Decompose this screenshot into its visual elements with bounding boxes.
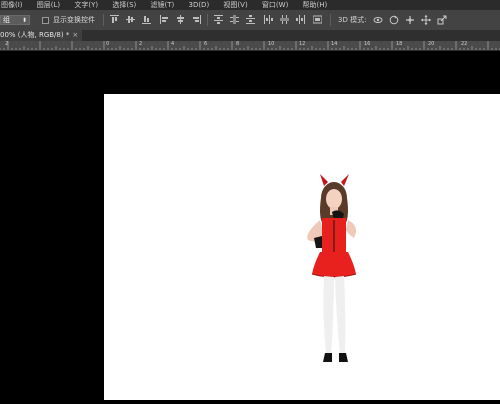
ruler-label: 2 [5,41,9,47]
ruler-label: 2 [139,41,143,47]
distribute-left-icon[interactable] [264,15,273,24]
menu-select[interactable]: 选择(S) [112,0,136,10]
align-right-icon[interactable] [192,15,201,24]
document-tab-bar: 00% (人物, RGB/8) * × [0,30,500,41]
ruler-label: 14 [331,41,338,47]
ruler-label: 12 [299,41,306,47]
document-canvas[interactable] [104,94,500,400]
show-transform-checkbox[interactable] [42,17,49,24]
ruler-label: 8 [236,41,240,47]
document-tab-title: 00% (人物, RGB/8) * [0,31,70,39]
document-tab[interactable]: 00% (人物, RGB/8) * × [0,30,83,41]
right-arm [346,220,356,238]
distribute-hcenter-icon[interactable] [280,15,289,24]
separator [207,14,208,26]
menu-3d[interactable]: 3D(D) [188,0,209,10]
auto-select-dropdown[interactable]: 组 ⬍ [0,15,30,25]
left-leg [323,276,334,354]
distribute-right-icon[interactable] [296,15,305,24]
ruler-label: 6 [204,41,208,47]
separator [330,14,331,26]
ruler-label: 18 [396,41,403,47]
menu-layer[interactable]: 图层(L) [37,0,60,10]
distribute-top-icon[interactable] [214,15,223,24]
align-vcenter-icon[interactable] [126,15,135,24]
horizontal-ruler[interactable]: 2 0 2 4 6 8 10 12 14 16 18 20 22 [0,41,500,51]
menu-help[interactable]: 帮助(H) [303,0,328,10]
auto-select-value: 组 [3,16,10,24]
align-hcenter-icon[interactable] [176,15,185,24]
ruler-ticks [0,41,500,50]
person-layer-image[interactable] [294,164,374,404]
pan-3d-icon[interactable] [405,15,415,25]
align-left-icon[interactable] [160,15,169,24]
orbit-3d-icon[interactable] [373,15,383,25]
ruler-label: 0 [106,41,110,47]
ruler-label: 10 [268,41,275,47]
slide-3d-icon[interactable] [421,15,431,25]
scale-3d-icon[interactable] [437,15,447,25]
left-horn [320,174,328,186]
right-shoe [339,353,348,362]
ruler-label: 20 [428,41,435,47]
menu-view[interactable]: 视图(V) [223,0,247,10]
dress-skirt [312,252,356,277]
menu-bar: 图像(I) 图层(L) 文字(Y) 选择(S) 滤镜(T) 3D(D) 视图(V… [0,0,500,10]
ruler-label: 16 [364,41,371,47]
right-horn [341,174,349,186]
face [326,189,342,209]
chevron-down-icon: ⬍ [21,17,27,24]
close-icon[interactable]: × [72,31,78,39]
left-shoe [323,353,332,362]
mode-3d-label: 3D 模式: [338,16,367,24]
menu-image[interactable]: 图像(I) [1,0,23,10]
auto-align-icon[interactable] [313,15,322,24]
distribute-vcenter-icon[interactable] [230,15,239,24]
distribute-bottom-icon[interactable] [246,15,255,24]
ruler-label: 4 [171,41,175,47]
align-bottom-icon[interactable] [142,15,151,24]
roll-3d-icon[interactable] [389,15,399,25]
menu-type[interactable]: 文字(Y) [74,0,98,10]
ruler-label: 22 [461,41,468,47]
menu-window[interactable]: 窗口(W) [262,0,288,10]
separator [103,14,104,26]
show-transform-label: 显示变换控件 [53,16,95,24]
right-leg [335,276,346,354]
align-top-icon[interactable] [110,15,119,24]
options-bar: 组 ⬍ 显示变换控件 3D 模式: [0,10,500,31]
canvas-area[interactable] [0,51,500,400]
menu-filter[interactable]: 滤镜(T) [151,0,175,10]
